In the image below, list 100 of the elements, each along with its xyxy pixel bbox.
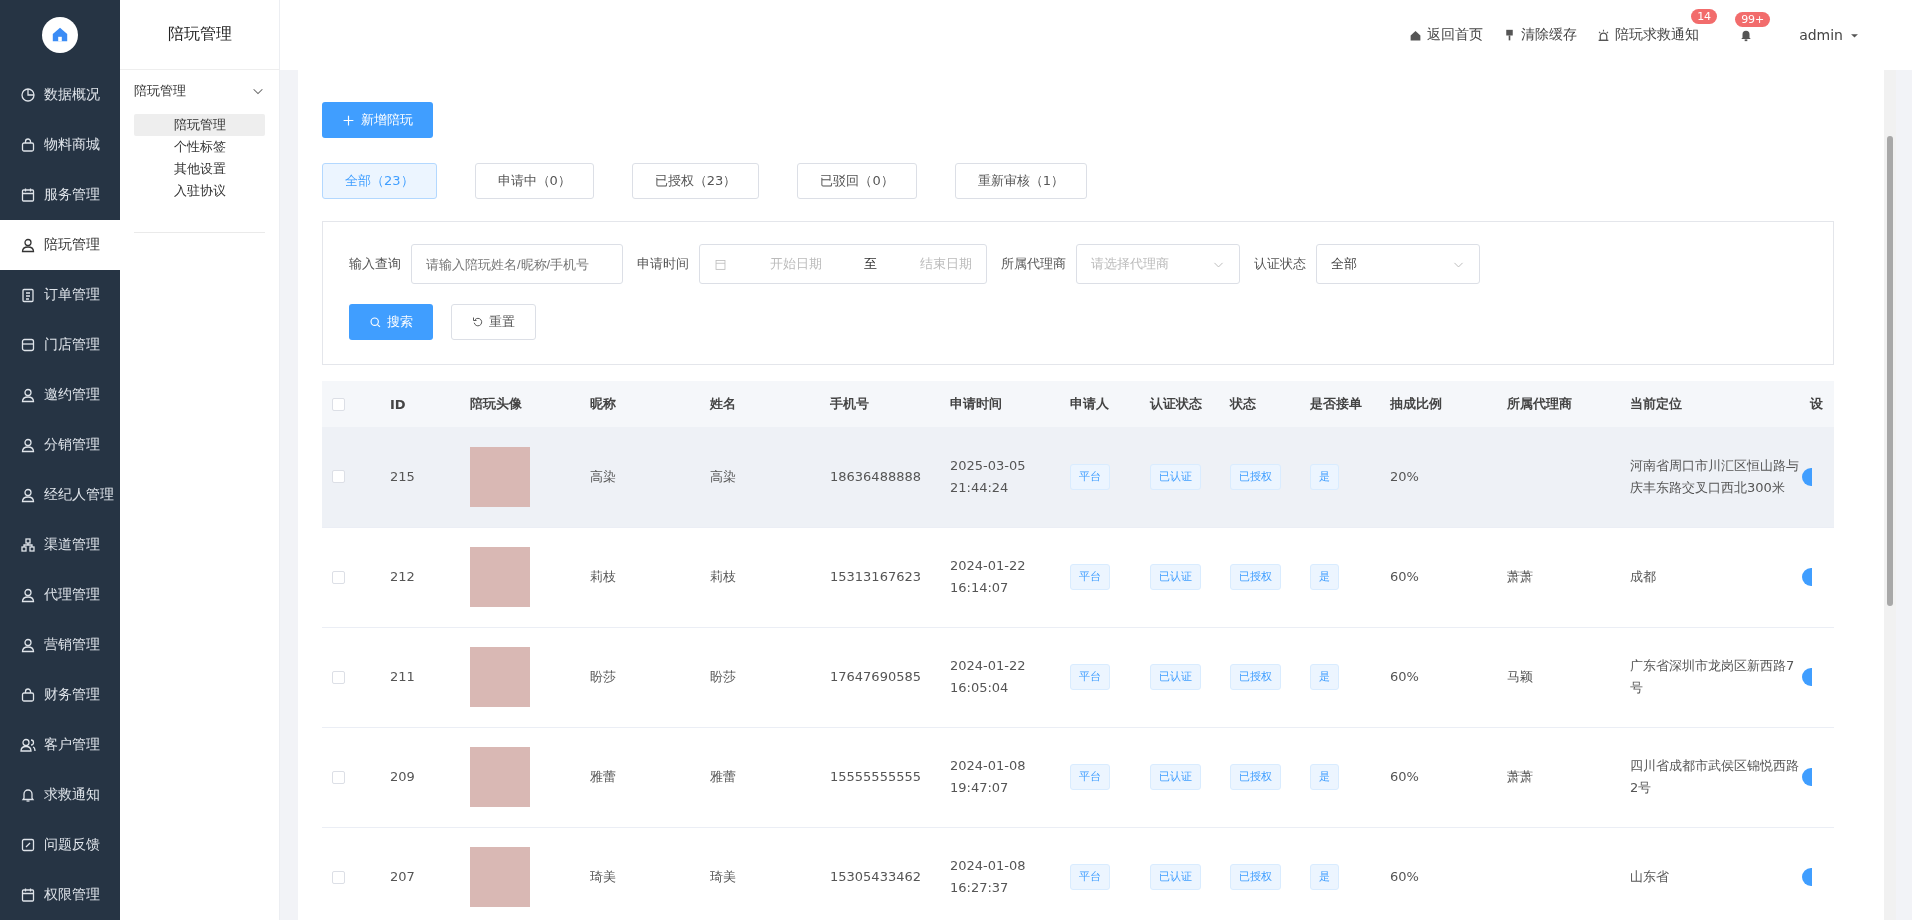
sidebar-item[interactable]: 订单管理 <box>0 270 120 320</box>
table-cell: 15305433462 <box>830 869 921 884</box>
range-separator: 至 <box>864 255 878 273</box>
toggle-switch[interactable] <box>1802 467 1812 486</box>
scrollbar[interactable] <box>1884 70 1896 920</box>
sidebar-item[interactable]: 渠道管理 <box>0 520 120 570</box>
calendar-icon <box>20 187 36 203</box>
home-icon <box>1409 28 1423 42</box>
table-cell: 60% <box>1390 569 1419 584</box>
table-row[interactable]: 212 莉枝 莉枝 15313167623 2024-01-22 16:14:07 平台 已认证 已授权 是 60% 萧萧 成都 <box>322 527 1834 627</box>
row-checkbox[interactable] <box>332 470 345 484</box>
submenu-item[interactable]: 入驻协议 <box>134 180 265 202</box>
status-tag: 已授权 <box>1230 664 1281 690</box>
sidebar-item[interactable]: 经纪人管理 <box>0 470 120 520</box>
table-cell: 盼莎 <box>710 669 736 684</box>
status-tab[interactable]: 已授权（23） <box>631 163 760 199</box>
table-cell: 四川省成都市武侯区锦悦西路2号 <box>1630 758 1799 795</box>
date-range-field[interactable]: 开始日期 至 结束日期 <box>699 244 987 284</box>
sidebar-label: 渠道管理 <box>44 536 100 554</box>
scrollbar-thumb[interactable] <box>1887 136 1893 606</box>
submenu-item[interactable]: 个性标签 <box>134 136 265 158</box>
status-tab[interactable]: 已驳回（0） <box>797 163 917 199</box>
status-tag: 平台 <box>1070 463 1110 490</box>
table-cell: 马颖 <box>1507 669 1533 684</box>
row-checkbox[interactable] <box>332 870 345 884</box>
sidebar-item[interactable]: 财务管理 <box>0 670 120 720</box>
table-cell: 雅蕾 <box>590 769 616 784</box>
users-icon <box>20 737 36 753</box>
status-tag: 平台 <box>1070 764 1110 790</box>
status-tag: 平台 <box>1070 564 1110 590</box>
select-all-checkbox[interactable] <box>332 397 345 411</box>
sidebar-item[interactable]: 门店管理 <box>0 320 120 370</box>
sidebar-item[interactable]: 权限管理 <box>0 870 120 920</box>
alarm-icon <box>1597 28 1611 42</box>
table-cell: 2024-01-22 16:14:07 <box>950 558 1026 595</box>
sidebar-item[interactable]: 求救通知 <box>0 770 120 820</box>
toggle-switch[interactable] <box>1802 568 1812 586</box>
table-cell: 2024-01-08 19:47:07 <box>950 758 1026 795</box>
table-cell: 2024-01-22 16:05:04 <box>950 658 1026 695</box>
column-header: 申请人 <box>1070 396 1109 411</box>
sidebar-label: 物料商城 <box>44 136 100 154</box>
search-field[interactable]: 请输入陪玩姓名/昵称/手机号 <box>411 244 623 284</box>
store-icon <box>20 337 36 353</box>
table-row[interactable]: 211 盼莎 盼莎 17647690585 2024-01-22 16:05:04 平台 已认证 已授权 是 60% 马颖 广东省深圳市龙岗区新西路7号 <box>322 627 1834 727</box>
sidebar-item[interactable]: 客户管理 <box>0 720 120 770</box>
status-tag: 平台 <box>1070 864 1110 890</box>
table-cell: 雅蕾 <box>710 769 736 784</box>
sidebar-item[interactable]: 代理管理 <box>0 570 120 620</box>
sidebar-item[interactable]: 邀约管理 <box>0 370 120 420</box>
sidebar-item[interactable]: 营销管理 <box>0 620 120 670</box>
submenu-item[interactable]: 其他设置 <box>134 158 265 180</box>
column-header: 陪玩头像 <box>470 396 522 411</box>
table-cell: 广东省深圳市龙岗区新西路7号 <box>1630 658 1795 695</box>
sidebar-item[interactable]: 问题反馈 <box>0 820 120 870</box>
table-cell: 莉枝 <box>710 569 736 584</box>
count-badge: 14 <box>1691 9 1718 24</box>
table-row[interactable]: 215 高染 高染 18636488888 2025-03-05 21:44:24 平台 已认证 已授权 是 20% 河南省周口市川汇区恒山路与庆丰东路交叉口西北300米 <box>322 427 1834 527</box>
pie-chart-icon <box>20 87 36 103</box>
search-icon <box>369 315 382 329</box>
toggle-switch[interactable] <box>1802 868 1812 886</box>
hierarchy-icon <box>20 537 36 553</box>
status-tag: 已认证 <box>1150 864 1201 890</box>
table-row[interactable]: 209 雅蕾 雅蕾 15555555555 2024-01-08 19:47:07 平台 已认证 已授权 是 60% 萧萧 四川省成都市武侯区锦悦西路2号 <box>322 727 1834 827</box>
sidebar-item[interactable]: 服务管理 <box>0 170 120 220</box>
table-row[interactable]: 207 琦美 琦美 15305433462 2024-01-08 16:27:37 平台 已认证 已授权 是 60% 山东省 <box>322 827 1834 920</box>
table-cell: 萧萧 <box>1507 569 1533 584</box>
status-tab[interactable]: 重新审核（1） <box>954 163 1087 199</box>
sidebar-label: 数据概况 <box>44 86 100 104</box>
table-cell: 17647690585 <box>830 669 921 684</box>
header-link[interactable]: 清除缓存 <box>1503 26 1578 44</box>
status-select[interactable]: 全部 <box>1316 244 1480 284</box>
sidebar-label: 客户管理 <box>44 736 100 754</box>
submenu-item[interactable]: 陪玩管理 <box>134 114 265 136</box>
table-cell: 207 <box>390 869 415 884</box>
header-link[interactable]: 返回首页 <box>1409 26 1484 44</box>
sidebar-label: 订单管理 <box>44 286 100 304</box>
logo[interactable] <box>42 17 78 53</box>
toggle-switch[interactable] <box>1802 668 1812 686</box>
toggle-switch[interactable] <box>1802 768 1812 786</box>
submenu-title: 陪玩管理 <box>167 24 232 45</box>
table-cell: 60% <box>1390 769 1419 784</box>
sidebar-item[interactable]: 分销管理 <box>0 420 120 470</box>
submenu-group[interactable]: 陪玩管理 <box>120 70 279 108</box>
sidebar-item[interactable]: 数据概况 <box>0 70 120 120</box>
photo-placeholder <box>470 547 530 607</box>
sidebar-item[interactable]: 陪玩管理 <box>0 220 120 270</box>
status-tab[interactable]: 申请中（0） <box>474 163 594 199</box>
sidebar-item[interactable]: 物料商城 <box>0 120 120 170</box>
user-menu[interactable]: admin <box>1799 27 1860 43</box>
reset-button[interactable]: 重置 <box>451 304 536 340</box>
row-checkbox[interactable] <box>332 770 345 784</box>
photo-placeholder <box>470 446 530 507</box>
table-cell: 18636488888 <box>830 468 921 484</box>
status-tag: 已认证 <box>1150 463 1201 490</box>
column-header: 昵称 <box>590 396 616 411</box>
column-header: 状态 <box>1230 396 1256 411</box>
row-checkbox[interactable] <box>332 670 345 684</box>
row-checkbox[interactable] <box>332 570 345 584</box>
field-label: 申请时间 <box>637 255 689 273</box>
user-icon <box>20 237 36 253</box>
